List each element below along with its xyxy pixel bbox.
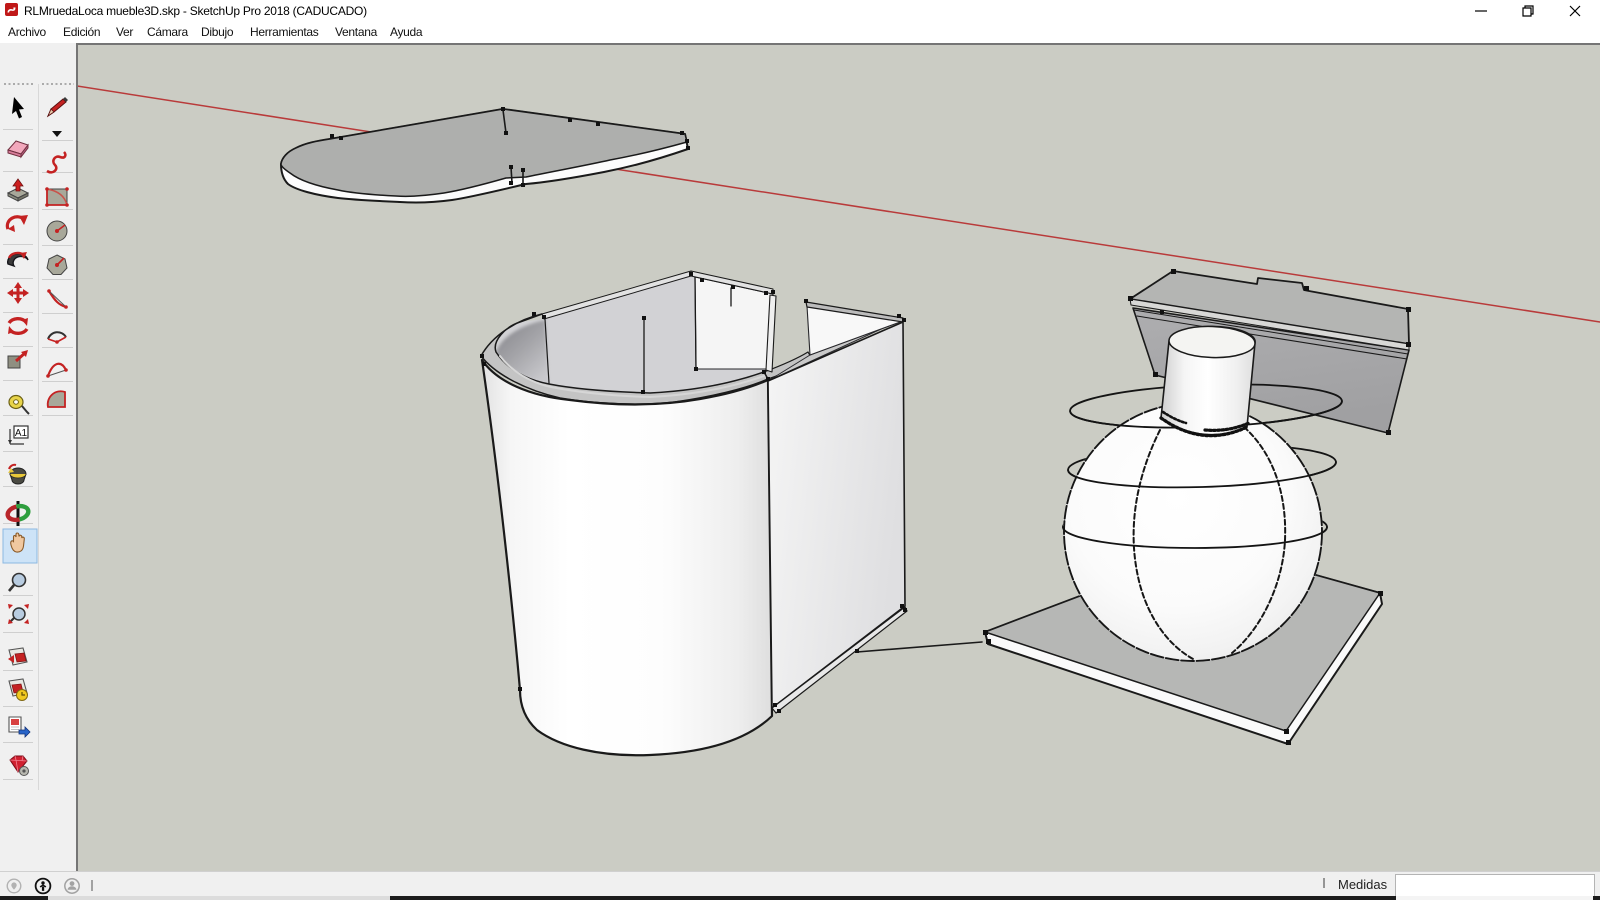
svg-text:A1: A1	[15, 428, 28, 439]
